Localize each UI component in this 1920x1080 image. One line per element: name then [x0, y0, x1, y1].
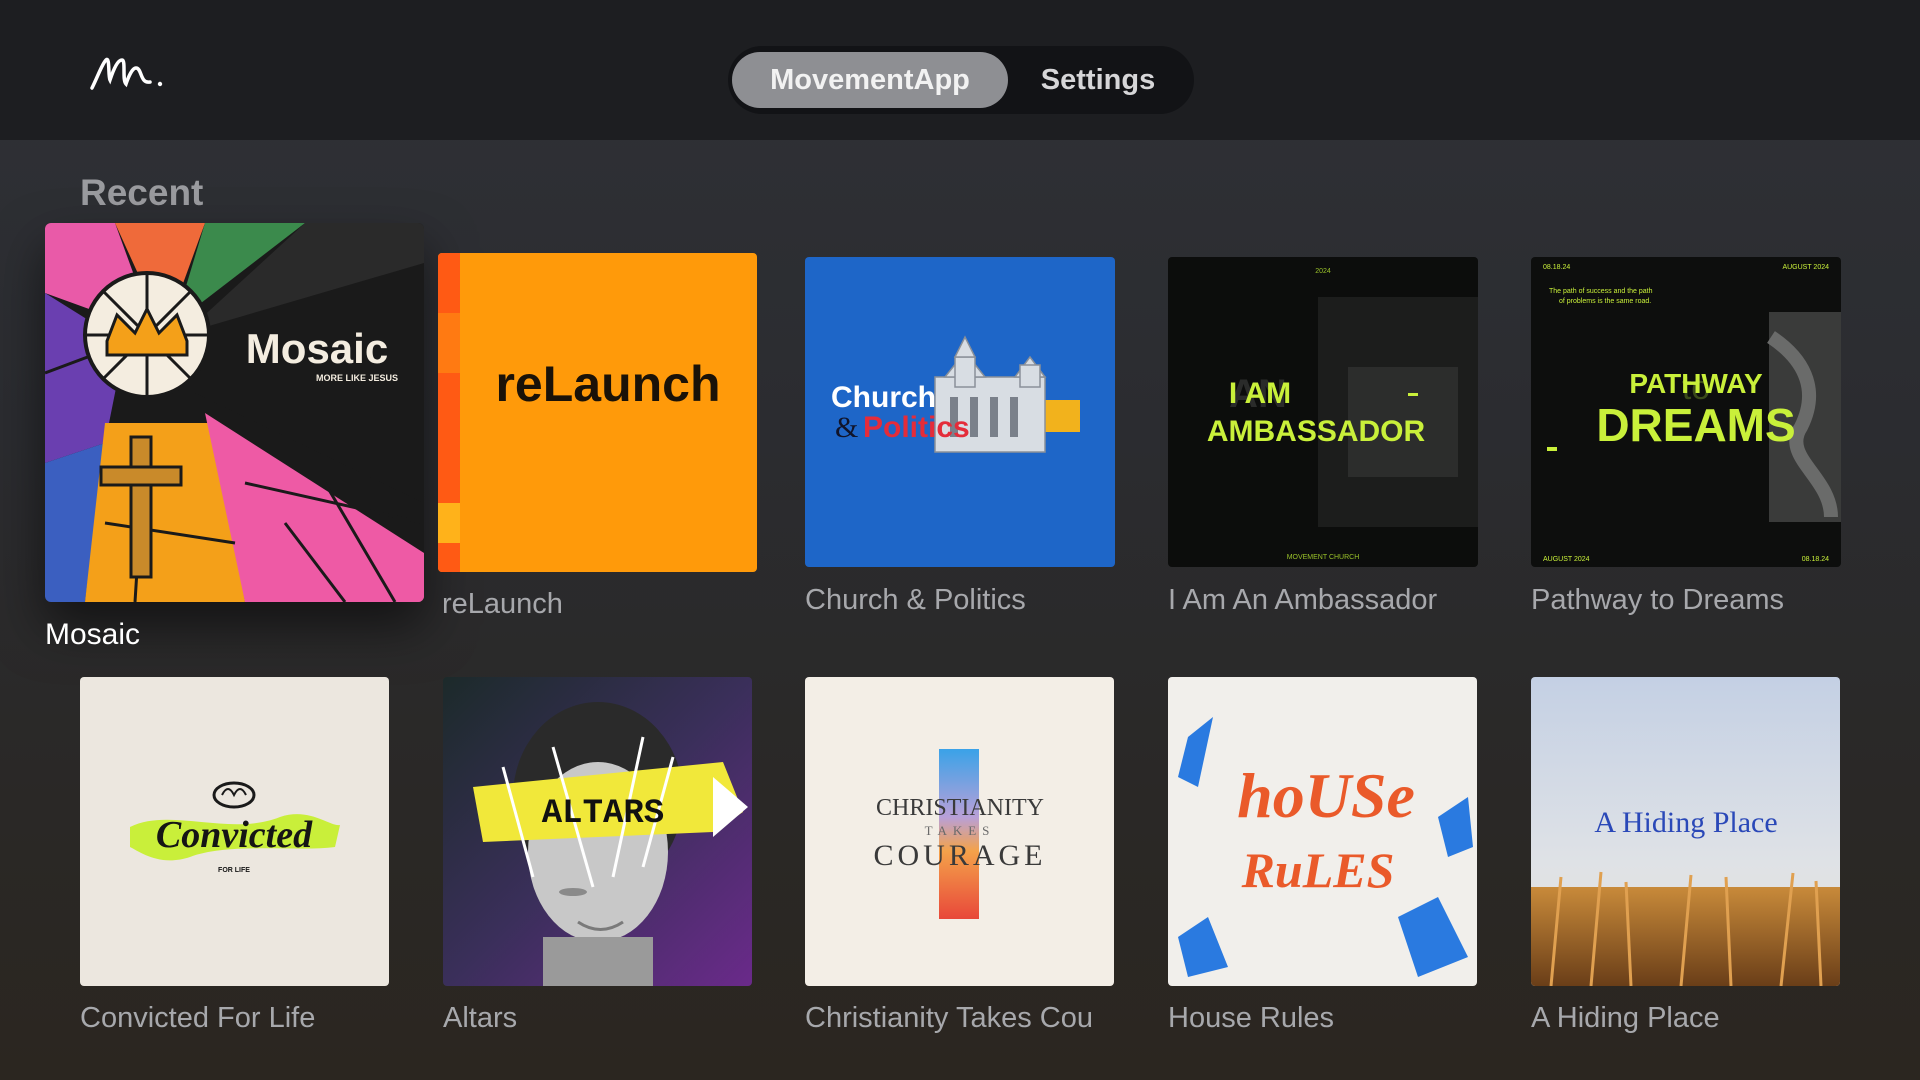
svg-text:COURAGE: COURAGE [873, 839, 1046, 872]
svg-text:Convicted: Convicted [156, 814, 313, 856]
series-card-ambassador[interactable]: 2024 AN I AM AMBASSADOR MOVEMENT CHURCH [1168, 257, 1478, 567]
series-title-hiding-place: A Hiding Place [1531, 1002, 1720, 1034]
svg-text:AUGUST 2024: AUGUST 2024 [1543, 556, 1590, 563]
top-tab-bar: MovementApp Settings [728, 46, 1194, 114]
series-card-mosaic[interactable]: Mosaic MORE LIKE JESUS [45, 223, 424, 602]
svg-text:&: & [835, 411, 858, 444]
svg-text:Church: Church [831, 381, 936, 414]
svg-text:hoUSe: hoUSe [1237, 760, 1415, 831]
svg-text:CHRISTIANITY: CHRISTIANITY [876, 795, 1044, 821]
series-title-church-politics: Church & Politics [805, 584, 1026, 616]
series-title-pathway: Pathway to Dreams [1531, 584, 1785, 616]
svg-text:reLaunch: reLaunch [495, 356, 720, 412]
app-logo-icon [88, 46, 168, 96]
series-card-christianity-courage[interactable]: CHRISTIANITY TAKES COURAGE [805, 677, 1114, 986]
series-card-church-politics[interactable]: Church & Politics [805, 257, 1115, 567]
series-title-house-rules: House Rules [1168, 1002, 1335, 1034]
svg-text:FOR LIFE: FOR LIFE [218, 867, 250, 874]
series-title-relaunch: reLaunch [442, 588, 563, 620]
svg-text:08.18.24: 08.18.24 [1802, 556, 1829, 563]
series-title-mosaic: Mosaic [45, 618, 141, 651]
svg-text:AUGUST 2024: AUGUST 2024 [1782, 264, 1829, 271]
series-card-house-rules[interactable]: hoUSe RuLES [1168, 677, 1477, 986]
series-card-pathway[interactable]: 08.18.24 AUGUST 2024 The path of success… [1531, 257, 1841, 567]
svg-text:TAKES: TAKES [925, 823, 996, 838]
top-bar: MovementApp Settings [0, 0, 1920, 140]
svg-text:DREAMS: DREAMS [1596, 399, 1795, 451]
svg-text:2024: 2024 [1315, 268, 1331, 275]
svg-text:A Hiding Place: A Hiding Place [1594, 806, 1777, 839]
series-card-convicted[interactable]: Convicted FOR LIFE [80, 677, 389, 986]
svg-text:ALTARS: ALTARS [542, 795, 664, 833]
svg-text:AMBASSADOR: AMBASSADOR [1207, 415, 1426, 448]
tab-movementapp[interactable]: MovementApp [732, 52, 1008, 108]
svg-text:MORE LIKE JESUS: MORE LIKE JESUS [316, 373, 398, 383]
svg-text:of problems is the same road.: of problems is the same road. [1559, 298, 1651, 305]
series-card-relaunch[interactable]: reLaunch [438, 253, 757, 572]
section-title-recent: Recent [80, 172, 204, 213]
series-title-ambassador: I Am An Ambassador [1168, 584, 1438, 616]
svg-text:I AM: I AM [1229, 377, 1291, 410]
series-title-convicted: Convicted For Life [80, 1002, 316, 1034]
svg-text:MOVEMENT CHURCH: MOVEMENT CHURCH [1287, 554, 1360, 561]
svg-text:RuLES: RuLES [1241, 842, 1395, 898]
series-card-altars[interactable]: ALTARS [443, 677, 752, 986]
svg-text:The path of success and the pa: The path of success and the path [1549, 288, 1653, 295]
svg-text:Politics: Politics [863, 411, 970, 444]
svg-text:08.18.24: 08.18.24 [1543, 264, 1570, 271]
series-card-hiding-place[interactable]: A Hiding Place [1531, 677, 1840, 986]
series-title-altars: Altars [443, 1002, 518, 1034]
series-title-christianity-courage: Christianity Takes Cou [805, 1002, 1093, 1034]
tab-settings[interactable]: Settings [1018, 52, 1178, 108]
svg-text:Mosaic: Mosaic [246, 325, 388, 372]
svg-text:PATHWAY: PATHWAY [1629, 368, 1763, 399]
